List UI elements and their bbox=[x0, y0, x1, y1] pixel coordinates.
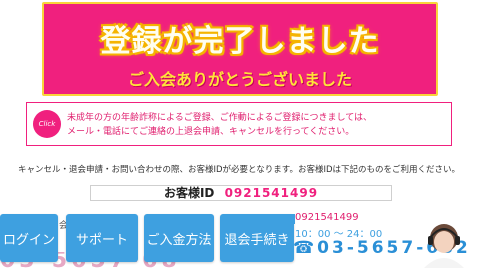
customer-id-label: お客様ID bbox=[163, 186, 215, 200]
notice-line-2: メール・電話にてご連絡の上退会申請、キャンセルを行ってください。 bbox=[67, 127, 355, 137]
deposit-method-button[interactable]: ご入金方法 bbox=[144, 214, 214, 262]
notice-box: Click 未成年の方の年齢詐称によるご登録、ご作動によるご登録につきましては、… bbox=[26, 102, 452, 146]
customer-id-box: お客様ID 0921541499 bbox=[90, 185, 392, 201]
operator-headset-icon bbox=[408, 214, 480, 268]
banner-title: 登録が完了しました bbox=[100, 24, 380, 59]
click-icon-label: Click bbox=[38, 120, 56, 128]
customer-id-value: 0921541499 bbox=[224, 186, 319, 200]
banner-subtitle: ご入会ありがとうございました bbox=[127, 70, 352, 89]
contact-strip bbox=[255, 214, 295, 224]
support-button[interactable]: サポート bbox=[66, 214, 138, 262]
click-hand-icon: Click bbox=[33, 110, 61, 138]
notice-line-1: 未成年の方の年齢詐称によるご登録、ご作動によるご登録につきましては、 bbox=[67, 113, 373, 123]
notice-text: 未成年の方の年齢詐称によるご登録、ご作動によるご登録につきましては、 メール・電… bbox=[67, 111, 445, 139]
login-button[interactable]: ログイン bbox=[0, 214, 58, 262]
customer-id-info: キャンセル・退会申請・お問い合わせの際、お客様IDが必要となります。お客様IDは… bbox=[18, 165, 461, 175]
completion-banner: 登録が完了しました ご入会ありがとうございました bbox=[42, 2, 438, 96]
contact-customer-id: 0921541499 bbox=[295, 212, 359, 223]
